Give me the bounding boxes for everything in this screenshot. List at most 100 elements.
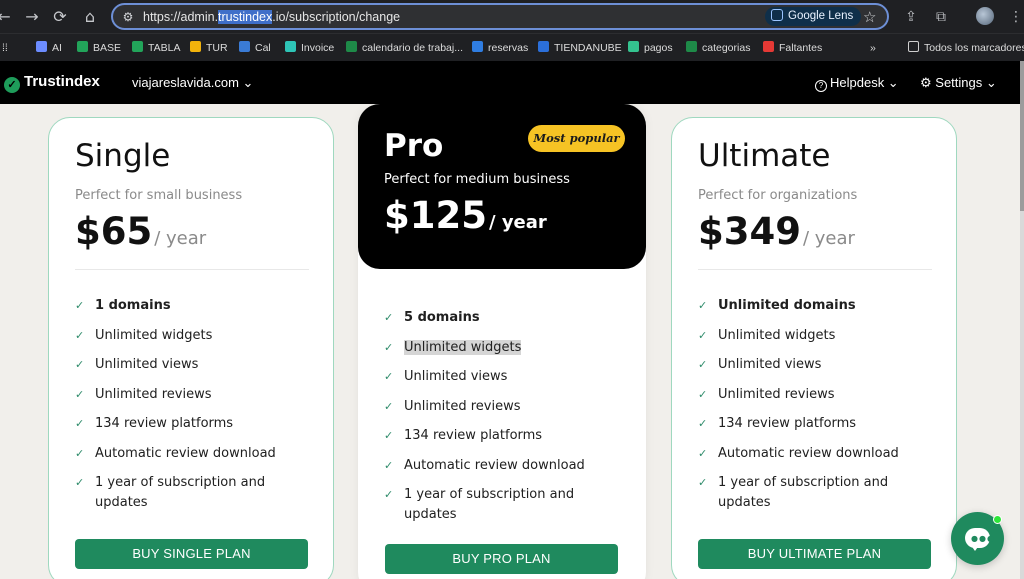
bookmark-favicon-icon xyxy=(77,41,88,52)
check-icon: ✓ xyxy=(384,370,394,383)
list-item: ✓ 1 domains xyxy=(75,296,315,316)
chat-launcher-button[interactable]: ●●● xyxy=(951,512,1004,565)
bookmark-favicon-icon xyxy=(239,41,250,52)
pro-card-header: Pro Most popular Perfect for medium busi… xyxy=(358,104,646,269)
list-item: ✓ Automatic review download xyxy=(384,456,624,476)
feature-list: ✓ Unlimited domains ✓ Unlimited widgets ✓ U… xyxy=(698,296,938,522)
site-settings-icon[interactable]: ⚙ xyxy=(119,8,137,26)
bookmark-item[interactable]: BASE xyxy=(77,40,121,56)
list-item: ✓ Unlimited domains xyxy=(698,296,938,316)
forward-arrow-icon[interactable]: → xyxy=(20,5,44,29)
apps-grid-icon[interactable]: ⁞⁞ xyxy=(2,40,8,56)
bookmark-item[interactable]: TABLA xyxy=(132,40,180,56)
settings-menu[interactable]: ⚙ Settings ⌄ xyxy=(920,74,997,91)
list-item: ✓ Unlimited reviews xyxy=(698,385,938,405)
bookmark-star-icon[interactable]: ☆ xyxy=(863,7,876,27)
bookmark-favicon-icon xyxy=(472,41,483,52)
bookmark-favicon-icon xyxy=(763,41,774,52)
trustindex-logo[interactable]: ✓ Trustindex xyxy=(4,72,100,93)
list-item: ✓ 5 domains xyxy=(384,308,624,328)
list-item: ✓ 1 year of subscription and updates xyxy=(75,475,266,510)
plan-tagline: Perfect for medium business xyxy=(384,172,570,187)
bookmark-favicon-icon xyxy=(285,41,296,52)
bookmark-item[interactable]: categorias xyxy=(686,40,750,56)
profile-avatar[interactable] xyxy=(976,7,994,25)
most-popular-badge: Most popular xyxy=(528,125,625,152)
check-logo-icon: ✓ xyxy=(4,77,20,93)
bookmark-item[interactable]: calendario de trabaj... xyxy=(346,40,463,56)
bookmark-item[interactable]: TIENDANUBE xyxy=(538,40,622,56)
bookmark-favicon-icon xyxy=(628,41,639,52)
list-item: ✓ Unlimited views xyxy=(698,355,938,375)
plan-tagline: Perfect for organizations xyxy=(698,188,858,203)
list-item: ✓ 1 year of subscription and updates xyxy=(384,487,575,522)
domain-selector[interactable]: viajareslavida.com ⌄ xyxy=(132,74,253,91)
url-text[interactable]: https://admin.trustindex.io/subscription… xyxy=(143,10,400,24)
plan-name: Single xyxy=(75,138,171,174)
bookmarks-overflow-button[interactable]: » xyxy=(870,40,876,56)
menu-kebab-icon[interactable]: ⋮ xyxy=(1004,5,1024,29)
share-icon[interactable]: ⇪ xyxy=(899,5,923,29)
folder-icon xyxy=(908,41,919,52)
plan-tagline: Perfect for small business xyxy=(75,188,243,203)
scrollbar-thumb[interactable] xyxy=(1020,61,1024,211)
bookmark-item[interactable]: Faltantes xyxy=(763,40,822,56)
bookmark-item[interactable]: pagos xyxy=(628,40,673,56)
list-item: ✓ 134 review platforms xyxy=(698,414,938,434)
all-bookmarks-folder[interactable]: Todos los marcadores xyxy=(908,40,1024,56)
check-icon: ✓ xyxy=(75,358,85,371)
list-item: ✓ 134 review platforms xyxy=(384,426,624,446)
divider xyxy=(698,269,932,270)
check-icon: ✓ xyxy=(698,387,708,401)
check-icon: ✓ xyxy=(698,417,708,430)
list-item: ✓ Unlimited views xyxy=(75,355,315,375)
bookmark-item[interactable]: TUR xyxy=(190,40,228,56)
bookmark-item[interactable]: AI xyxy=(36,40,62,56)
check-icon: ✓ xyxy=(384,340,394,354)
helpdesk-menu[interactable]: ? Helpdesk ⌄ xyxy=(815,74,899,92)
plan-name: Ultimate xyxy=(698,138,831,174)
plan-price: $349/ year xyxy=(698,210,855,253)
plan-card-ultimate: Ultimate Perfect for organizations $349/… xyxy=(671,117,957,579)
lens-icon xyxy=(771,9,783,21)
address-bar[interactable]: ⚙ https://admin.trustindex.io/subscripti… xyxy=(111,3,889,30)
list-item: ✓ Unlimited views xyxy=(384,367,624,387)
check-icon: ✓ xyxy=(698,328,708,342)
bookmark-favicon-icon xyxy=(36,41,47,52)
divider xyxy=(75,269,309,270)
home-icon[interactable]: ⌂ xyxy=(78,5,102,29)
bookmark-favicon-icon xyxy=(132,41,143,52)
plan-price: $125/ year xyxy=(384,194,547,237)
reload-icon[interactable]: ⟳ xyxy=(48,5,72,29)
check-icon: ✓ xyxy=(698,446,708,460)
list-item: ✓ 134 review platforms xyxy=(75,414,315,434)
help-circle-icon: ? xyxy=(815,80,827,92)
app-header: ✓ Trustindex viajareslavida.com ⌄ ? Helpde… xyxy=(0,61,1020,104)
plan-price: $65/ year xyxy=(75,210,207,253)
bookmark-item[interactable]: reservas xyxy=(472,40,528,56)
check-icon: ✓ xyxy=(698,476,708,489)
plan-name: Pro xyxy=(384,128,444,164)
online-status-dot xyxy=(993,515,1002,524)
bookmarks-bar: ⁞⁞ AI BASE TABLA TUR Cal Invoice calenda… xyxy=(0,33,1024,61)
check-icon: ✓ xyxy=(75,299,85,312)
extensions-icon[interactable]: ⧉ xyxy=(929,5,953,29)
check-icon: ✓ xyxy=(698,358,708,371)
back-arrow-icon[interactable]: ← xyxy=(0,5,16,29)
check-icon: ✓ xyxy=(75,417,85,430)
bookmark-favicon-icon xyxy=(538,41,549,52)
google-lens-button[interactable]: Google Lens xyxy=(765,7,862,26)
buy-pro-plan-button[interactable]: BUY PRO PLAN xyxy=(385,544,618,574)
bookmark-item[interactable]: Invoice xyxy=(285,40,334,56)
list-item: ✓ Unlimited widgets xyxy=(384,338,624,358)
buy-single-plan-button[interactable]: BUY SINGLE PLAN xyxy=(75,539,308,569)
check-icon: ✓ xyxy=(384,399,394,413)
check-icon: ✓ xyxy=(75,476,85,489)
buy-ultimate-plan-button[interactable]: BUY ULTIMATE PLAN xyxy=(698,539,931,569)
page-scrollbar[interactable] xyxy=(1020,61,1024,579)
bookmark-item[interactable]: Cal xyxy=(239,40,271,56)
gear-icon: ⚙ xyxy=(920,75,936,90)
check-icon: ✓ xyxy=(384,458,394,472)
check-icon: ✓ xyxy=(75,446,85,460)
check-icon: ✓ xyxy=(384,311,394,324)
